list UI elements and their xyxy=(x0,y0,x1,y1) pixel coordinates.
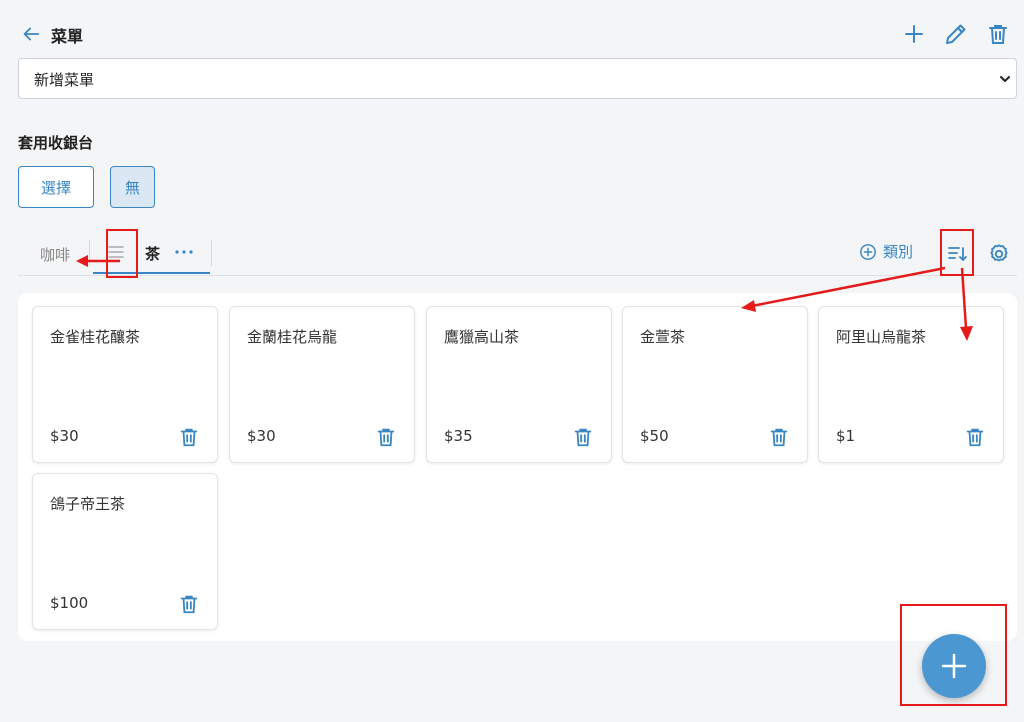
trash-icon[interactable] xyxy=(986,22,1010,46)
trash-icon[interactable] xyxy=(964,426,986,448)
none-register-button[interactable]: 無 xyxy=(110,166,155,208)
menu-select-value: 新增菜單 xyxy=(34,71,95,89)
trash-icon[interactable] xyxy=(572,426,594,448)
product-price: $100 xyxy=(50,594,89,612)
product-card[interactable]: 金雀桂花釀茶 $30 xyxy=(32,306,218,463)
annotation-box-sort xyxy=(940,229,974,276)
product-price: $1 xyxy=(836,427,856,445)
tab-divider xyxy=(211,240,212,266)
product-card[interactable]: 金蘭桂花烏龍 $30 xyxy=(229,306,415,463)
trash-icon[interactable] xyxy=(768,426,790,448)
product-name: 鷹獵高山茶 xyxy=(444,328,520,346)
product-price: $30 xyxy=(50,427,79,445)
add-category-button[interactable]: 類別 xyxy=(859,241,913,262)
menu-select[interactable]: 新增菜單 xyxy=(18,58,1017,99)
chevron-down-icon xyxy=(1000,76,1010,82)
tab-coffee[interactable]: 咖啡 xyxy=(40,244,70,265)
product-name: 阿里山烏龍茶 xyxy=(836,328,927,346)
product-card[interactable]: 鴿子帝王茶 $100 xyxy=(32,473,218,630)
product-price: $30 xyxy=(247,427,276,445)
product-name: 金萱茶 xyxy=(640,328,686,346)
product-card[interactable]: 鷹獵高山茶 $35 xyxy=(426,306,612,463)
header-actions xyxy=(902,22,1010,46)
trash-icon[interactable] xyxy=(178,426,200,448)
product-panel: 金雀桂花釀茶 $30 金蘭桂花烏龍 $30 鷹獵高山茶 $35 金萱茶 $50 … xyxy=(18,293,1017,641)
product-name: 金蘭桂花烏龍 xyxy=(247,328,338,346)
gear-icon[interactable] xyxy=(988,243,1010,265)
plus-icon[interactable] xyxy=(902,22,926,46)
select-register-button[interactable]: 選擇 xyxy=(18,166,94,208)
product-name: 金雀桂花釀茶 xyxy=(50,328,141,346)
product-price: $50 xyxy=(640,427,669,445)
product-card[interactable]: 金萱茶 $50 xyxy=(622,306,808,463)
product-price: $35 xyxy=(444,427,473,445)
tab-tea-label: 茶 xyxy=(145,245,161,263)
pencil-icon[interactable] xyxy=(944,22,968,46)
more-options-icon[interactable] xyxy=(173,241,195,263)
page-title: 菜單 xyxy=(51,27,84,46)
product-card[interactable]: 阿里山烏龍茶 $1 xyxy=(818,306,1004,463)
annotation-box-drag xyxy=(106,229,138,278)
annotation-box-fab xyxy=(900,604,1007,706)
category-tabs: 咖啡 茶 類別 xyxy=(18,232,1017,276)
trash-icon[interactable] xyxy=(375,426,397,448)
add-category-label: 類別 xyxy=(883,243,914,261)
top-bar: 菜單 xyxy=(18,22,1010,46)
product-name: 鴿子帝王茶 xyxy=(50,495,126,513)
trash-icon[interactable] xyxy=(178,593,200,615)
tab-divider xyxy=(89,240,90,266)
back-arrow-icon[interactable] xyxy=(20,23,42,45)
plus-circle-icon xyxy=(860,243,876,260)
register-section-label: 套用收銀台 xyxy=(18,134,94,152)
